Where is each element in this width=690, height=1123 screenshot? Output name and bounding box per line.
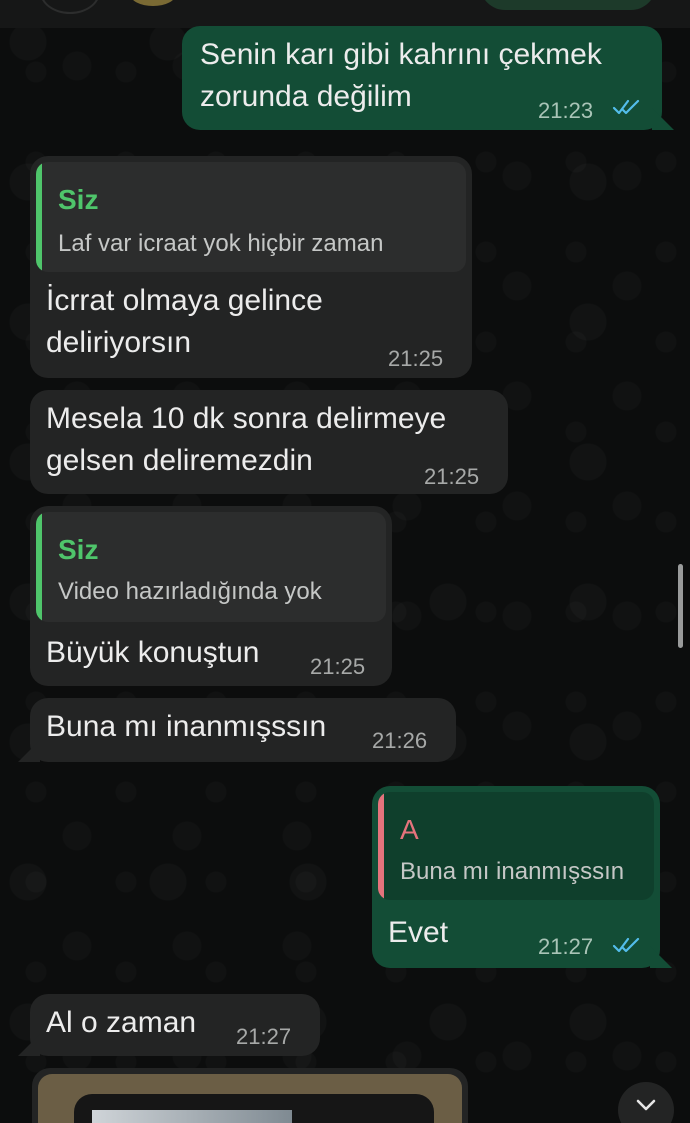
quote-accent-bar bbox=[378, 792, 384, 900]
quoted-message[interactable]: Siz Laf var icraat yok hiçbir zaman bbox=[36, 162, 466, 272]
bubble-tail bbox=[650, 946, 672, 968]
double-check-icon bbox=[612, 937, 640, 953]
message-time: 21:27 bbox=[236, 1024, 292, 1049]
quote-text: Video hazırladığında yok bbox=[58, 578, 322, 605]
message-time: 21:27 bbox=[538, 934, 594, 959]
message-bubble-outgoing[interactable]: A Buna mı inanmışssın Evet 21:27 bbox=[372, 786, 660, 968]
message-time: 21:25 bbox=[424, 464, 480, 489]
message-time: 21:26 bbox=[372, 728, 428, 753]
message-text-line: Senin karı gibi kahrını çekmek bbox=[200, 38, 602, 71]
quoted-message[interactable]: Siz Video hazırladığında yok bbox=[36, 512, 386, 622]
double-check-icon bbox=[612, 99, 640, 115]
message-text-line: Mesela 10 dk sonra delirmeye bbox=[46, 402, 447, 435]
quote-accent-bar bbox=[36, 162, 42, 272]
message-bubble-incoming[interactable]: Mesela 10 dk sonra delirmeye gelsen deli… bbox=[30, 390, 508, 494]
message-time: 21:23 bbox=[538, 98, 594, 123]
header-back-circle[interactable] bbox=[40, 0, 100, 14]
quote-author: Siz bbox=[58, 184, 99, 215]
message-bubble-incoming[interactable]: Al o zaman 21:27 bbox=[30, 994, 320, 1056]
quote-text: Buna mı inanmışssın bbox=[400, 858, 625, 885]
bubble-tail bbox=[652, 108, 674, 130]
message-time: 21:25 bbox=[310, 654, 366, 679]
message-text-line: zorunda değilim bbox=[200, 80, 412, 113]
bubble-tail bbox=[18, 1034, 40, 1056]
quote-author: A bbox=[400, 814, 419, 845]
media-message[interactable] bbox=[32, 1068, 468, 1123]
chevron-down-icon bbox=[636, 1099, 656, 1111]
message-text-line: Buna mı inanmışssın bbox=[46, 710, 327, 743]
quote-author: Siz bbox=[58, 534, 99, 565]
call-button[interactable] bbox=[480, 0, 656, 10]
chat-screen: Senin karı gibi kahrını çekmek zorunda d… bbox=[0, 0, 690, 1123]
quote-accent-bar bbox=[36, 512, 42, 622]
quote-text: Laf var icraat yok hiçbir zaman bbox=[58, 230, 384, 257]
message-text-line: gelsen deliremezdin bbox=[46, 444, 313, 477]
scrollbar[interactable] bbox=[678, 564, 683, 648]
quoted-message[interactable]: A Buna mı inanmışssın bbox=[378, 792, 654, 900]
message-bubble-incoming[interactable]: Siz Laf var icraat yok hiçbir zaman İcrr… bbox=[30, 156, 472, 378]
avatar[interactable] bbox=[130, 0, 176, 6]
video-thumbnail bbox=[92, 1110, 292, 1123]
scroll-to-bottom-button[interactable] bbox=[618, 1082, 674, 1123]
message-time: 21:25 bbox=[388, 346, 444, 371]
message-text-line: Al o zaman bbox=[46, 1006, 197, 1039]
chat-header-strip bbox=[0, 0, 690, 28]
message-text-line: Evet bbox=[388, 916, 449, 949]
message-text-line: İcrrat olmaya gelince bbox=[46, 284, 323, 317]
message-text-line: Büyük konuştun bbox=[46, 636, 260, 669]
message-bubble-incoming[interactable]: Siz Video hazırladığında yok Büyük konuş… bbox=[30, 506, 392, 686]
message-bubble-outgoing[interactable]: Senin karı gibi kahrını çekmek zorunda d… bbox=[182, 26, 662, 130]
media-preview[interactable] bbox=[38, 1074, 462, 1123]
message-text-line: deliriyorsın bbox=[46, 326, 192, 359]
message-bubble-incoming[interactable]: Buna mı inanmışssın 21:26 bbox=[30, 698, 456, 762]
